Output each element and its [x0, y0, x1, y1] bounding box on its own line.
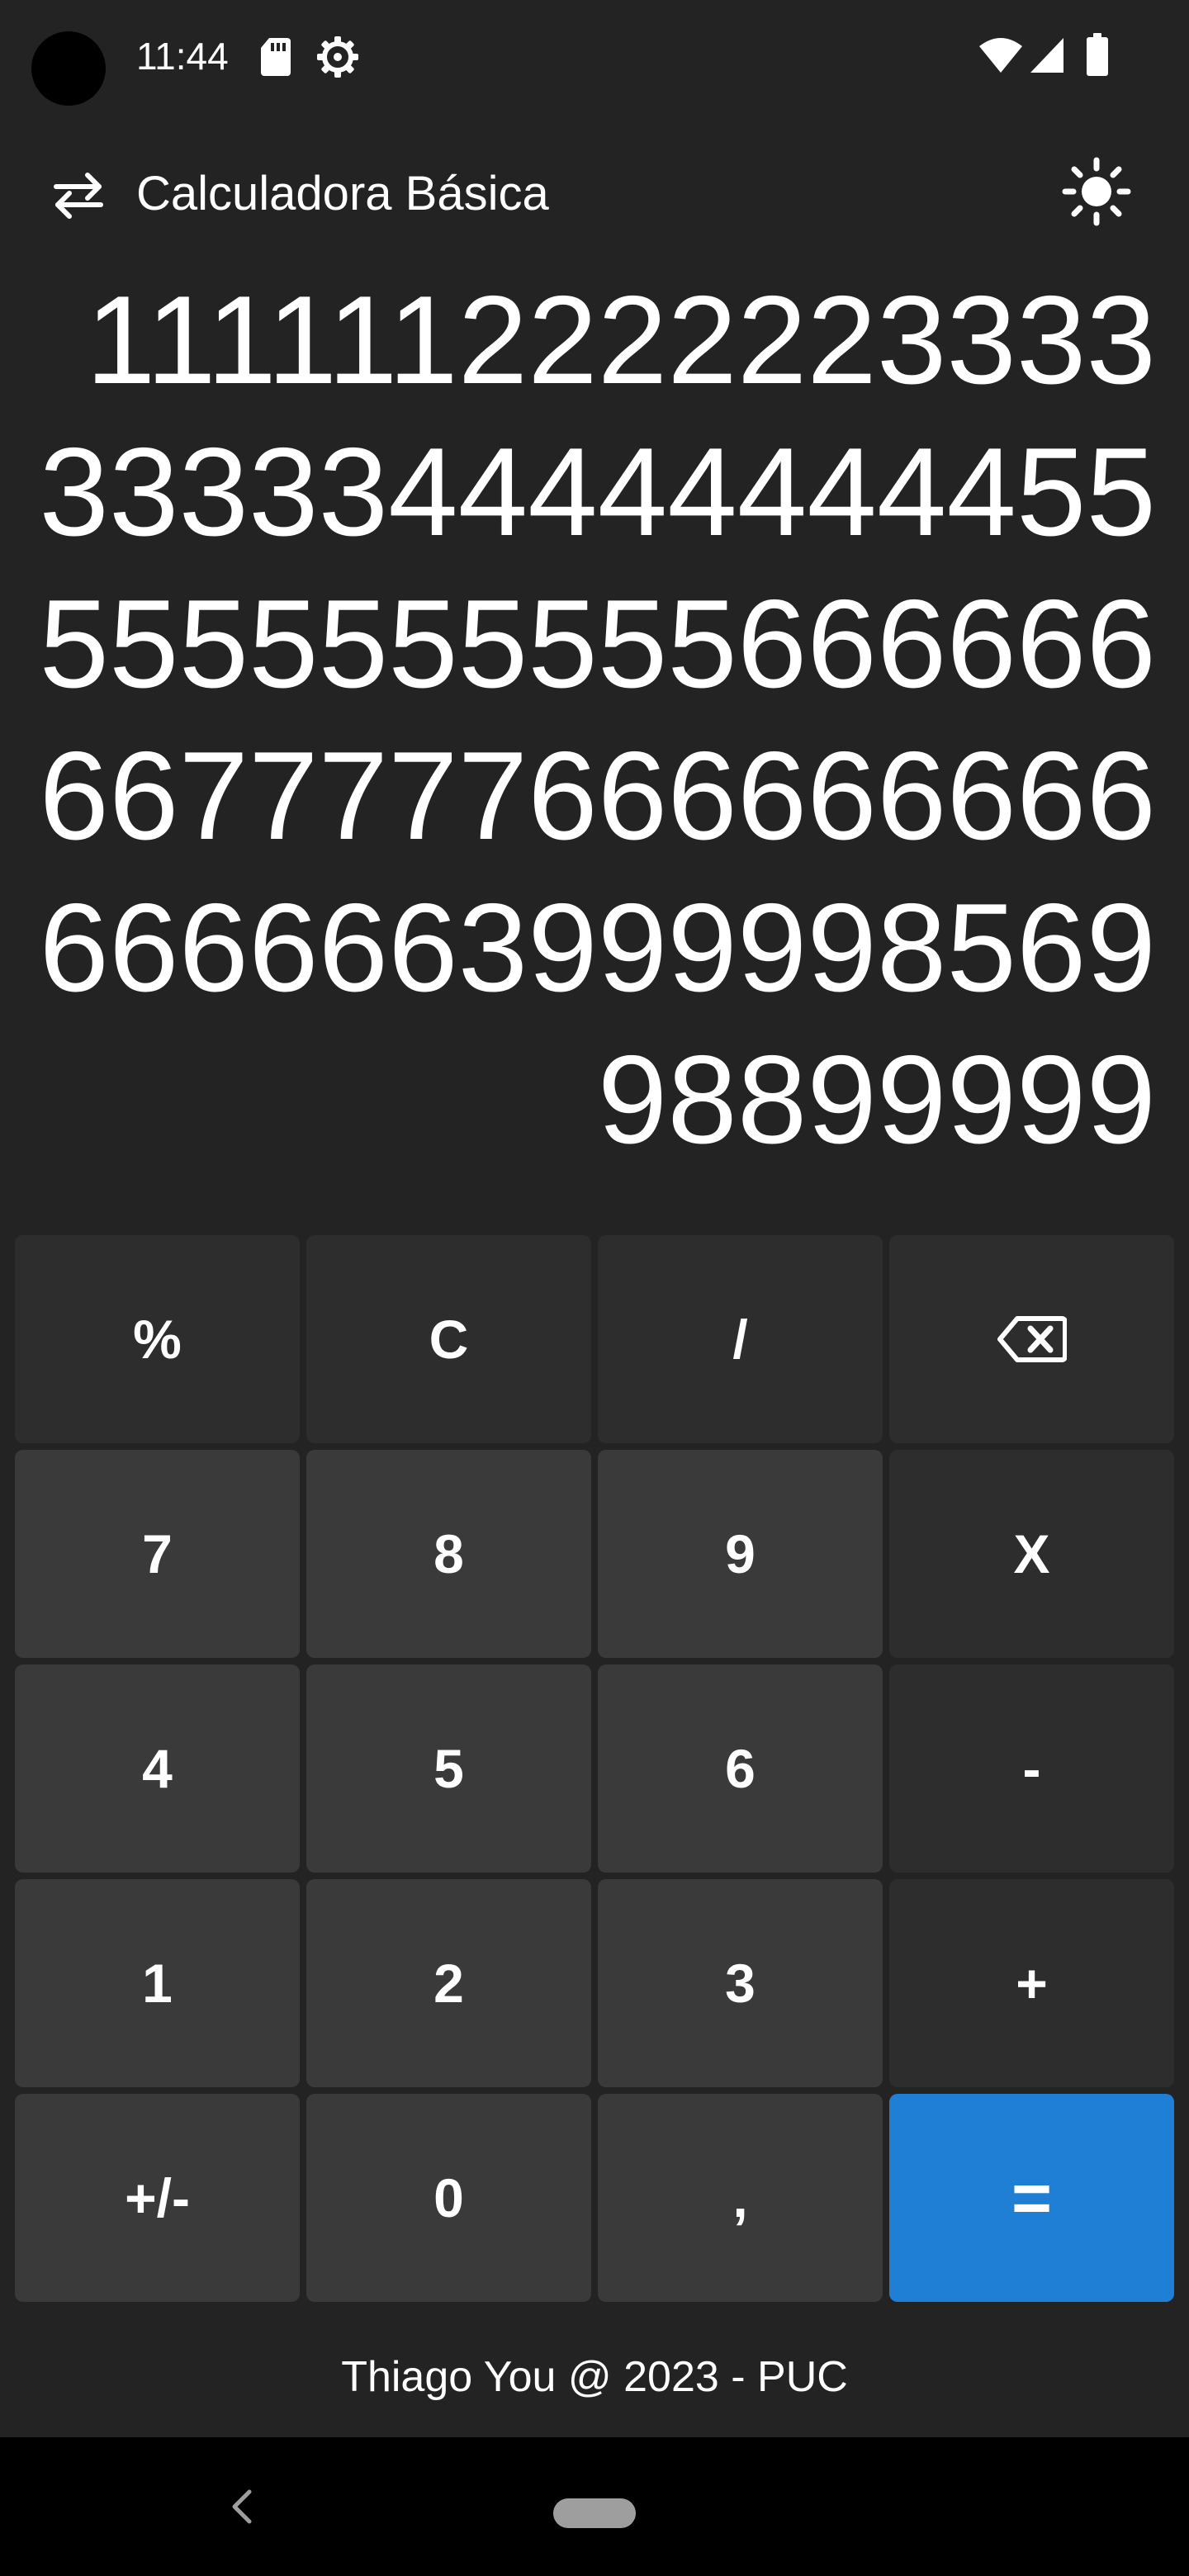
- add-key[interactable]: +: [889, 1879, 1174, 2087]
- settings-gear-icon: [317, 36, 358, 78]
- decimal-comma-label: ,: [732, 2167, 748, 2228]
- calculator-screen: 11:44 Calculadora Básica 111111222222333…: [0, 0, 1189, 2576]
- status-time: 11:44: [136, 35, 229, 78]
- clear-label: C: [429, 1309, 469, 1370]
- navigation-bar: [0, 2437, 1189, 2576]
- digit-2-label: 2: [433, 1953, 464, 2014]
- back-icon[interactable]: [225, 2485, 261, 2528]
- percent-key[interactable]: %: [15, 1235, 300, 1443]
- digit-4-label: 4: [142, 1738, 173, 1799]
- subtract-label: -: [1022, 1738, 1041, 1799]
- app-title: Calculadora Básica: [136, 167, 549, 220]
- swap-icon[interactable]: [50, 165, 107, 223]
- add-label: +: [1016, 1953, 1048, 2014]
- digit-6-key[interactable]: 6: [598, 1664, 883, 1873]
- footer-credits: Thiago You @ 2023 - PUC: [341, 2353, 848, 2401]
- divide-label: /: [732, 1309, 748, 1370]
- digit-9-label: 9: [725, 1523, 756, 1584]
- subtract-key[interactable]: -: [889, 1664, 1174, 1873]
- result-display: 1111112222223333333334444444445555555555…: [39, 270, 1156, 1170]
- digit-8-label: 8: [433, 1523, 464, 1584]
- battery-icon: [1087, 33, 1108, 76]
- divide-key[interactable]: /: [598, 1235, 883, 1443]
- backspace-icon: [997, 1316, 1067, 1362]
- percent-label: %: [133, 1309, 182, 1370]
- digit-0-key[interactable]: 0: [306, 2094, 591, 2302]
- multiply-key[interactable]: X: [889, 1450, 1174, 1658]
- equals-key[interactable]: =: [889, 2094, 1174, 2302]
- toggle-sign-label: +/-: [125, 2167, 190, 2228]
- digit-2-key[interactable]: 2: [306, 1879, 591, 2087]
- digit-5-label: 5: [433, 1738, 464, 1799]
- digit-4-key[interactable]: 4: [15, 1664, 300, 1873]
- toggle-sign-key[interactable]: +/-: [15, 2094, 300, 2302]
- digit-6-label: 6: [725, 1738, 756, 1799]
- wifi-icon: [979, 38, 1022, 73]
- decimal-comma-key[interactable]: ,: [598, 2094, 883, 2302]
- multiply-label: X: [1013, 1523, 1050, 1584]
- keypad: % C / 7 8 9 X 4 5 6 - 1 2 3 + +/- 0, =: [15, 1235, 1174, 2302]
- digit-8-key[interactable]: 8: [306, 1450, 591, 1658]
- app-bar: Calculadora Básica: [0, 140, 1189, 248]
- digit-7-key[interactable]: 7: [15, 1450, 300, 1658]
- digit-3-label: 3: [725, 1953, 756, 2014]
- digit-9-key[interactable]: 9: [598, 1450, 883, 1658]
- digit-1-key[interactable]: 1: [15, 1879, 300, 2087]
- sd-card-icon: [261, 38, 291, 76]
- digit-5-key[interactable]: 5: [306, 1664, 591, 1873]
- equals-label: =: [1011, 2158, 1053, 2237]
- status-bar: 11:44: [0, 0, 1189, 116]
- brightness-icon[interactable]: [1062, 157, 1131, 226]
- digit-0-label: 0: [433, 2167, 464, 2228]
- digit-1-label: 1: [142, 1953, 173, 2014]
- backspace-key[interactable]: [889, 1235, 1174, 1443]
- clear-key[interactable]: C: [306, 1235, 591, 1443]
- home-pill-icon[interactable]: [553, 2498, 636, 2528]
- camera-cutout: [31, 31, 106, 106]
- digit-7-label: 7: [142, 1523, 173, 1584]
- digit-3-key[interactable]: 3: [598, 1879, 883, 2087]
- cellular-signal-icon: [1030, 38, 1063, 73]
